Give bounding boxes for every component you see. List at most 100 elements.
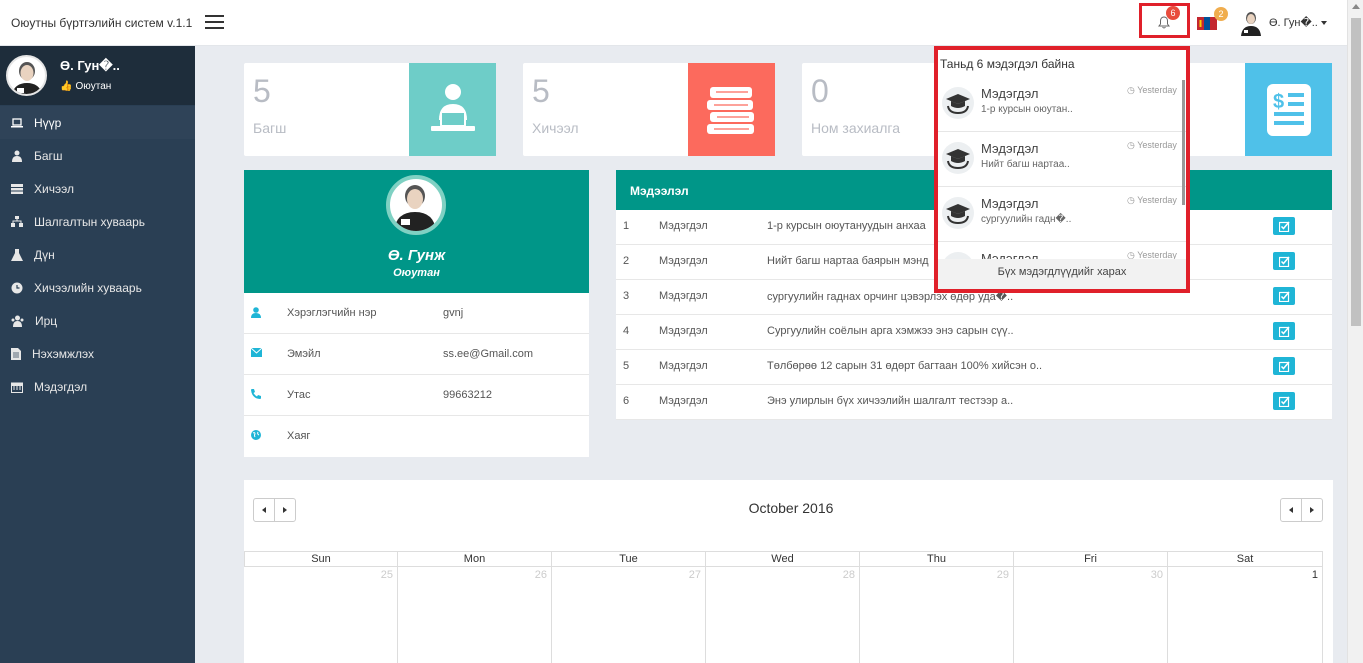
calendar-day[interactable]: 25 (244, 567, 398, 663)
sidebar-item-exam-schedule[interactable]: Шалгалтын хуваарь (0, 205, 195, 238)
notifications-scrollbar[interactable] (1182, 80, 1185, 205)
sidebar-item-class-schedule[interactable]: Хичээлийн хуваарь (0, 271, 195, 304)
globe-icon (251, 430, 261, 440)
calendar-nav-right (1280, 498, 1323, 522)
calendar-weekday: Sat (1168, 551, 1323, 567)
clock-icon (11, 282, 23, 293)
top-user-name[interactable]: Ө. Гун�.. (1269, 16, 1318, 29)
notification-item[interactable]: Мэдэгдэл сургуулийн гадн�.. ◷ Yesterday (938, 187, 1186, 242)
scroll-up-arrow-icon[interactable] (1352, 4, 1360, 9)
calendar-weekday: Thu (860, 551, 1014, 567)
edit-button[interactable] (1273, 357, 1295, 375)
info-value: gvnj (443, 307, 464, 319)
notification-description: 1-р курсын оюутан.. (981, 104, 1073, 115)
sidebar: Ө. Гун�.. 👍 Оюутан Нүүр Багш Хичээл Шалга… (0, 46, 195, 663)
sidebar-user-role: 👍 Оюутан (60, 81, 111, 92)
info-value: 99663212 (443, 389, 492, 401)
calendar-grid: Sun Mon Tue Wed Thu Fri Sat 25 26 27 28 29 30 1 (244, 551, 1333, 663)
stat-card-teachers[interactable]: 5 Багш (244, 63, 496, 156)
edit-button[interactable] (1273, 392, 1295, 410)
notifications-list[interactable]: Мэдэгдэл 1-р курсын оюутан.. ◷ Yesterday Мэ… (938, 77, 1186, 259)
edit-button[interactable] (1273, 322, 1295, 340)
user-icon (251, 307, 261, 318)
edit-button[interactable] (1273, 287, 1295, 305)
mongolia-flag-icon[interactable] (1197, 17, 1217, 30)
chevron-down-icon[interactable] (1321, 21, 1327, 25)
calendar-title: October 2016 (748, 500, 834, 516)
notification-item[interactable]: Мэдэгдэл Нийт багш нартаа.. ◷ Yesterday (938, 132, 1186, 187)
edit-button[interactable] (1273, 217, 1295, 235)
stat-value: 5 (253, 73, 271, 109)
user-avatar[interactable] (1240, 11, 1262, 36)
sidebar-item-label: Дүн (34, 247, 55, 262)
notification-title: Мэдэгдэл (981, 141, 1039, 156)
sidebar-item-grades[interactable]: Дүн (0, 238, 195, 271)
profile-name: Ө. Гунж (387, 247, 446, 264)
row-description: Нийт багш нартаа баярын мэнд (767, 255, 929, 267)
notification-time: ◷ Yesterday (1127, 250, 1177, 259)
row-number: 3 (623, 290, 630, 302)
sidebar-item-label: Хичээлийн хуваарь (34, 280, 142, 295)
edit-check-icon (1278, 221, 1290, 232)
calendar-weekday: Wed (706, 551, 860, 567)
calendar-prev-button[interactable] (1281, 499, 1302, 521)
row-description: Сургуулийн соёлын арга хэмжээ энэ сарын … (767, 325, 1014, 337)
calendar-day[interactable]: 27 (552, 567, 706, 663)
sidebar-item-label: Шалгалтын хуваарь (34, 214, 146, 229)
info-key: Хаяг (287, 430, 311, 442)
sidebar-item-home[interactable]: Нүүр (0, 106, 195, 139)
calendar-day[interactable]: 1 (1168, 567, 1323, 663)
info-row-phone: Утас 99663212 (244, 375, 589, 416)
sidebar-item-notifications[interactable]: Мэдэгдэл (0, 370, 195, 403)
stat-label: Хичээл (532, 120, 579, 136)
row-type: Мэдэгдэл (659, 290, 708, 302)
sidebar-item-label: Нэхэмжлэх (32, 346, 95, 361)
row-number: 1 (623, 220, 630, 232)
sidebar-item-invoice[interactable]: Нэхэмжлэх (0, 337, 195, 370)
row-type: Мэдэгдэл (659, 325, 708, 337)
calendar-next-button[interactable] (1302, 499, 1322, 521)
app-title: Оюутны бүртгэлийн систем v.1.1 (11, 16, 193, 30)
sidebar-profile: Ө. Гун�.. 👍 Оюутан (0, 46, 195, 105)
calendar-weekday: Sun (244, 551, 398, 567)
graduation-cap-icon (942, 252, 974, 259)
calendar-day[interactable]: 26 (398, 567, 552, 663)
stat-card-courses[interactable]: 5 Хичээл (523, 63, 775, 156)
invoice-icon: $ (1245, 63, 1332, 156)
calendar-weekday: Mon (398, 551, 552, 567)
calendar-day[interactable]: 28 (706, 567, 860, 663)
info-row-username: Хэрэглэгчийн нэр gvnj (244, 293, 589, 334)
notification-time: ◷ Yesterday (1127, 85, 1177, 95)
profile-role: Оюутан (393, 267, 440, 279)
info-key: Эмэйл (287, 348, 321, 360)
notification-item[interactable]: Мэдэгдэл ◷ Yesterday (938, 242, 1186, 259)
notifications-toggle[interactable]: 6 (1139, 3, 1190, 38)
envelope-icon (251, 348, 262, 357)
menu-toggle-icon[interactable] (205, 15, 224, 29)
calendar-weekday: Fri (1014, 551, 1168, 567)
view-all-notifications-button[interactable]: Бүх мэдэгдлүүдийг харах (938, 259, 1186, 289)
info-key: Утас (287, 389, 311, 401)
phone-icon (251, 389, 261, 399)
notification-item[interactable]: Мэдэгдэл 1-р курсын оюутан.. ◷ Yesterday (938, 77, 1186, 132)
calendar-day[interactable]: 30 (1014, 567, 1168, 663)
scrollbar-thumb[interactable] (1351, 18, 1361, 326)
edit-check-icon (1278, 326, 1290, 337)
calendar-day[interactable]: 29 (860, 567, 1014, 663)
notification-time: ◷ Yesterday (1127, 140, 1177, 150)
row-type: Мэдэгдэл (659, 395, 708, 407)
teacher-laptop-icon (409, 63, 496, 156)
profile-card: Ө. Гунж Оюутан Хэрэглэгчийн нэр gvnj Эмэ… (244, 170, 589, 457)
avatar (386, 175, 446, 235)
stat-value: 0 (811, 73, 829, 109)
sidebar-item-courses[interactable]: Хичээл (0, 172, 195, 205)
graduation-cap-icon (942, 87, 974, 119)
stat-value: 5 (532, 73, 550, 109)
sidebar-item-label: Мэдэгдэл (34, 379, 88, 394)
sidebar-item-teachers[interactable]: Багш (0, 139, 195, 172)
row-type: Мэдэгдэл (659, 255, 708, 267)
sidebar-item-attendance[interactable]: Ирц (0, 304, 195, 337)
page-scrollbar[interactable] (1347, 0, 1363, 663)
edit-button[interactable] (1273, 252, 1295, 270)
row-number: 6 (623, 395, 630, 407)
